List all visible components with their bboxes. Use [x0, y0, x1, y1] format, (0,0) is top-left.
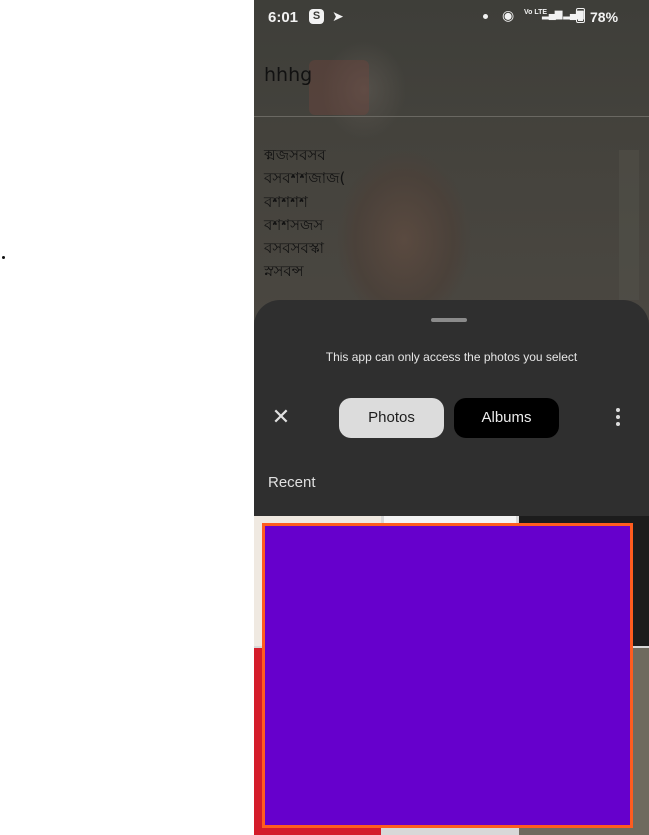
photo-picker-sheet: This app can only access the photos you …	[254, 300, 649, 516]
tab-photos[interactable]: Photos	[339, 398, 444, 438]
close-button[interactable]: ✕	[268, 404, 294, 430]
tab-albums[interactable]: Albums	[454, 398, 559, 438]
body-line: বসবশশজাজ(	[264, 169, 346, 188]
battery-percent: 78%	[590, 9, 619, 25]
more-options-button[interactable]	[610, 406, 626, 430]
notification-dot-icon	[483, 14, 488, 19]
note-body: ক্মজসবসব বসবশশজাজ( বশশশশ বশশসজস বসবসবস্ক…	[264, 144, 345, 284]
purple-overlay-block	[262, 523, 633, 828]
skype-icon: S	[309, 9, 324, 24]
screen: 6:01 S ➤ ◉ Vo LTE ▂▄▆ ▂▄▆ 78% hhhg ক্মজস…	[0, 0, 649, 835]
phone-screen: 6:01 S ➤ ◉ Vo LTE ▂▄▆ ▂▄▆ 78% hhhg ক্মজস…	[254, 0, 649, 835]
body-line: বশশসজস	[264, 215, 324, 234]
body-line: বসবসবস্কা	[264, 239, 325, 258]
access-notice: This app can only access the photos you …	[325, 350, 578, 364]
title-divider	[254, 116, 649, 117]
more-vert-icon	[616, 408, 620, 412]
section-label-recent: Recent	[268, 474, 316, 491]
body-line: স্নসবন্স	[264, 262, 304, 281]
drag-handle[interactable]	[431, 318, 467, 322]
telegram-icon: ➤	[332, 8, 344, 24]
body-line: বশশশশ	[264, 192, 308, 211]
status-time: 6:01	[268, 9, 299, 26]
wifi-icon: ◉	[502, 7, 515, 23]
close-icon: ✕	[271, 404, 291, 429]
status-bar: 6:01 S ➤ ◉ Vo LTE ▂▄▆ ▂▄▆ 78%	[254, 0, 649, 36]
battery-icon	[576, 8, 585, 23]
photo-grid	[254, 516, 649, 835]
stray-dot	[2, 256, 5, 259]
page-title: hhhg	[264, 64, 313, 86]
body-line: ক্মজসবসব	[264, 146, 326, 164]
